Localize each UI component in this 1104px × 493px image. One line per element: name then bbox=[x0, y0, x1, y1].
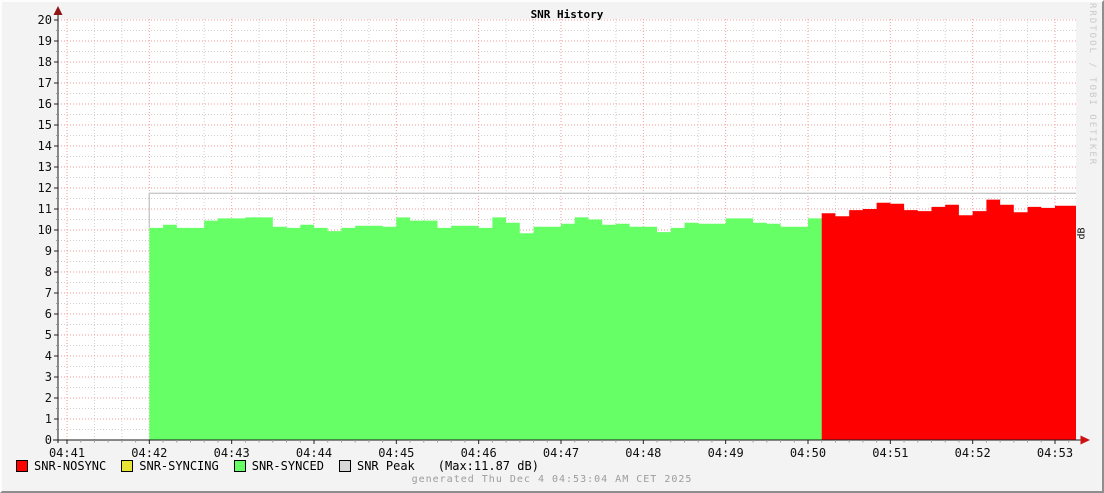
x-axis-tick-label: 04:52 bbox=[955, 446, 991, 460]
x-axis-tick-label: 04:45 bbox=[378, 446, 414, 460]
x-axis-tick-label: 04:43 bbox=[214, 446, 250, 460]
x-axis-tick-label: 04:46 bbox=[461, 446, 497, 460]
y-axis-tick-label: 3 bbox=[45, 370, 52, 384]
legend-label-snr-peak: SNR Peak bbox=[356, 459, 415, 473]
x-axis-labels: 04:41 04:42 04:43 04:44 04:45 04:46 04:47 04:48… bbox=[49, 446, 1073, 460]
generated-timestamp: generated Thu Dec 4 04:53:04 AM CET 2025 bbox=[411, 474, 693, 485]
y-axis-tick-label: 1 bbox=[45, 412, 52, 426]
y-axis-tick-label: 16 bbox=[38, 97, 52, 111]
y-axis-tick-label: 18 bbox=[38, 55, 52, 69]
legend-max-note: (Max:11.87 dB) bbox=[437, 459, 539, 473]
x-axis-tick-label: 04:53 bbox=[1037, 446, 1073, 460]
legend-item-snr-peak: SNR Peak bbox=[338, 459, 415, 473]
y-axis-tick-label: 19 bbox=[38, 34, 52, 48]
legend-label-snr-syncing: SNR-SYNCING bbox=[139, 459, 219, 473]
legend-item-snr-syncing: SNR-SYNCING bbox=[121, 459, 219, 473]
y-axis-tick-label: 9 bbox=[45, 244, 52, 258]
y-axis-tick-label: 8 bbox=[45, 265, 52, 279]
legend-item-snr-synced: SNR-SYNCED bbox=[233, 459, 324, 473]
x-axis-tick-label: 04:42 bbox=[131, 446, 167, 460]
y-axis-tick-label: 0 bbox=[45, 433, 52, 447]
x-axis-tick-label: 04:49 bbox=[708, 446, 744, 460]
x-axis-tick-label: 04:41 bbox=[49, 446, 85, 460]
legend-items: SNR-NOSYNC SNR-SYNCING SNR-SYNCED SNR Peak bbox=[16, 459, 415, 473]
y-axis-tick-label: 12 bbox=[38, 181, 52, 195]
legend-label-snr-nosync: SNR-NOSYNC bbox=[34, 459, 107, 473]
y-axis-tick-label: 10 bbox=[38, 223, 52, 237]
x-axis-tick-label: 04:51 bbox=[872, 446, 908, 460]
legend-swatch-snr-nosync-icon bbox=[16, 460, 28, 472]
y-axis-tick-label: 6 bbox=[45, 307, 52, 321]
legend-swatch-snr-syncing-icon bbox=[121, 460, 134, 472]
y-axis-tick-label: 5 bbox=[45, 328, 52, 342]
y-axis-tick-label: 17 bbox=[38, 76, 52, 90]
x-axis-tick-label: 04:50 bbox=[790, 446, 826, 460]
chart-title: SNR History bbox=[530, 8, 604, 21]
y-axis-tick-label: 7 bbox=[45, 286, 52, 300]
y-axis-tick-label: 20 bbox=[38, 13, 52, 27]
snr-chart: 0123456789101112131415161718192004:41 04:… bbox=[38, 6, 1090, 460]
rrdtool-watermark: RRDTOOL / TOBI OETIKER bbox=[1087, 3, 1097, 167]
legend-label-snr-synced: SNR-SYNCED bbox=[251, 459, 324, 473]
series-area-snr-synced bbox=[149, 217, 822, 440]
x-axis-tick-label: 04:44 bbox=[296, 446, 332, 460]
legend-item-snr-nosync: SNR-NOSYNC bbox=[16, 459, 106, 473]
y-axis-tick-label: 15 bbox=[38, 118, 52, 132]
y-axis-tick-label: 13 bbox=[38, 160, 52, 174]
series-area-snr-nosync bbox=[821, 199, 1076, 440]
x-axis-tick-label: 04:48 bbox=[625, 446, 661, 460]
legend-swatch-snr-peak-icon bbox=[338, 460, 351, 472]
right-axis-unit-label: dB bbox=[1076, 227, 1088, 240]
legend-swatch-snr-synced-icon bbox=[233, 460, 246, 472]
y-axis-tick-label: 2 bbox=[45, 391, 52, 405]
y-axis-tick-label: 11 bbox=[38, 202, 52, 216]
legend: SNR-NOSYNC SNR-SYNCING SNR-SYNCED SNR Peak … bbox=[16, 459, 539, 473]
y-axis-labels: 01234567891011121314151617181920 bbox=[38, 13, 52, 447]
y-axis-tick-label: 14 bbox=[38, 139, 52, 153]
y-axis-tick-label: 4 bbox=[45, 349, 52, 363]
x-axis-tick-label: 04:47 bbox=[543, 446, 579, 460]
